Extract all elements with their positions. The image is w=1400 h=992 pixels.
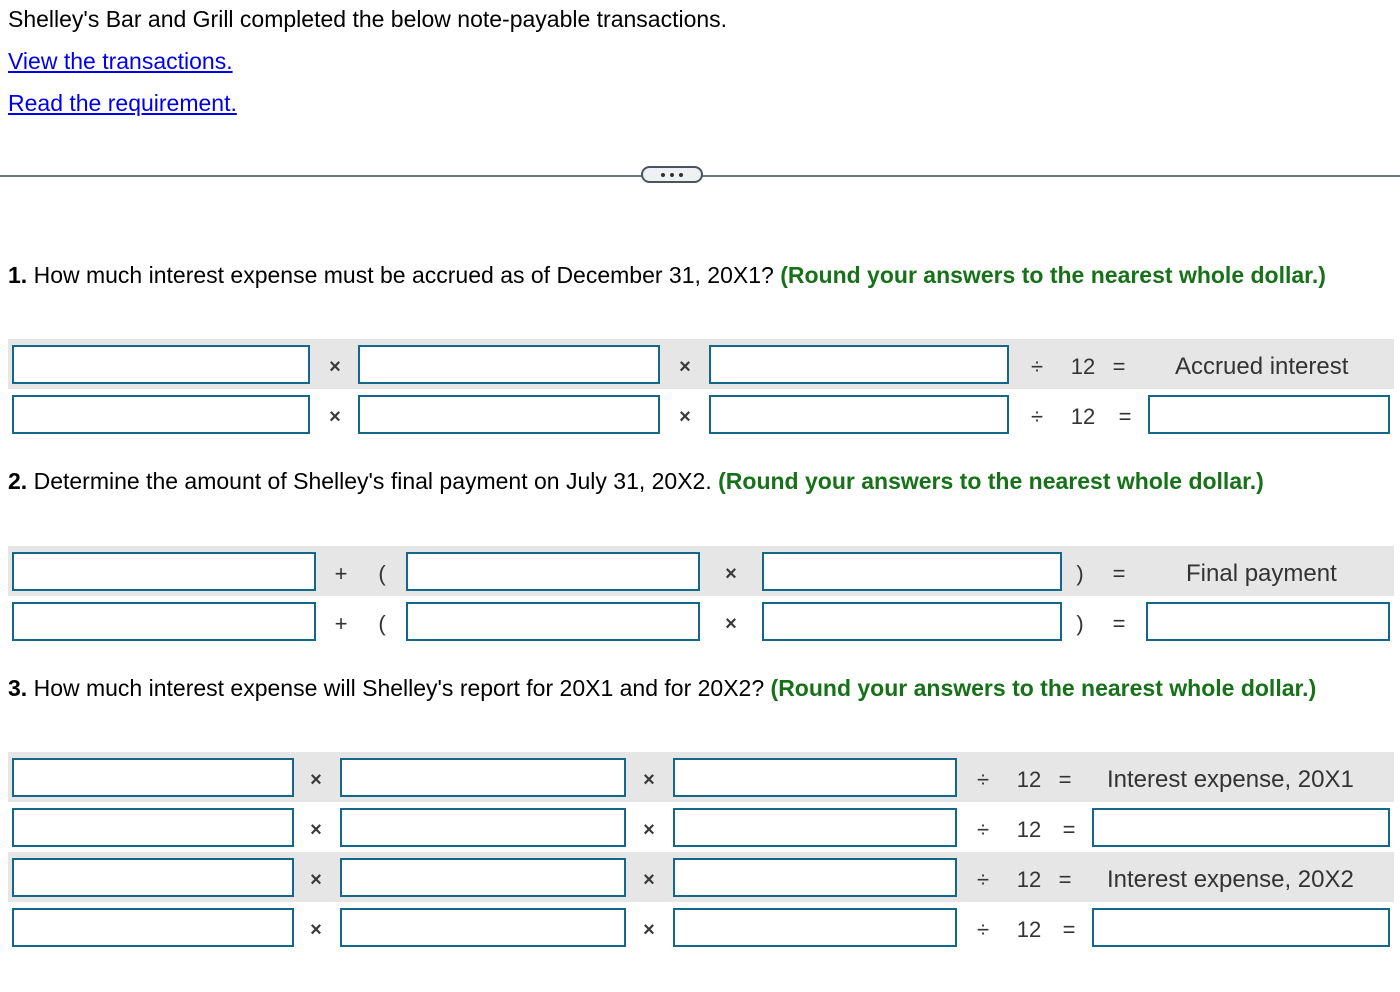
view-transactions-link[interactable]: View the transactions. bbox=[8, 48, 233, 74]
right-paren: ) bbox=[1076, 561, 1084, 586]
equals-sign: = bbox=[1112, 611, 1126, 636]
divisor-twelve: 12 bbox=[1016, 917, 1042, 942]
ellipsis-icon bbox=[661, 172, 665, 177]
times-icon: × bbox=[310, 819, 322, 841]
q3-20x1-principal-input[interactable] bbox=[12, 808, 294, 847]
q1-rate-input[interactable] bbox=[358, 395, 660, 434]
q3-header-20x2-input-2[interactable] bbox=[340, 858, 626, 897]
q2-header-input-3[interactable] bbox=[762, 552, 1062, 591]
times-icon: × bbox=[643, 769, 655, 791]
left-paren: ( bbox=[378, 561, 386, 586]
ellipsis-icon bbox=[670, 172, 674, 177]
rounding-hint: (Round your answers to the nearest whole… bbox=[770, 675, 1317, 701]
q1-header-input-2[interactable] bbox=[358, 345, 660, 384]
read-requirement-link[interactable]: Read the requirement. bbox=[8, 90, 237, 116]
question-number: 3. bbox=[8, 675, 28, 701]
q3-20x2-rate-input[interactable] bbox=[340, 908, 626, 947]
expand-toggle-button[interactable] bbox=[641, 166, 703, 183]
question-text: Determine the amount of Shelley's final … bbox=[27, 468, 719, 494]
divide-icon: ÷ bbox=[976, 917, 990, 942]
equals-sign: = bbox=[1062, 917, 1076, 942]
times-icon: × bbox=[329, 406, 341, 428]
divisor-twelve: 12 bbox=[1070, 404, 1096, 429]
intro-text: Shelley's Bar and Grill completed the be… bbox=[8, 6, 728, 32]
divide-icon: ÷ bbox=[976, 867, 990, 892]
q3-interest-expense-20x1-input[interactable] bbox=[1092, 808, 1390, 847]
divisor-twelve: 12 bbox=[1016, 817, 1042, 842]
equals-sign: = bbox=[1112, 354, 1126, 379]
equals-sign: = bbox=[1112, 561, 1126, 586]
equals-sign: = bbox=[1058, 867, 1072, 892]
times-icon: × bbox=[643, 919, 655, 941]
times-icon: × bbox=[725, 613, 737, 635]
question-text: How much interest expense will Shelley's… bbox=[27, 675, 771, 701]
q2-header-row: + ( × ) = Final payment bbox=[8, 546, 1394, 596]
q3-header-20x1-input-3[interactable] bbox=[673, 758, 957, 797]
q3-header-20x1-input-2[interactable] bbox=[340, 758, 626, 797]
left-paren: ( bbox=[378, 611, 386, 636]
q3-20x1-months-input[interactable] bbox=[673, 808, 957, 847]
q3-header-20x2-input-3[interactable] bbox=[673, 858, 957, 897]
rounding-hint: (Round your answers to the nearest whole… bbox=[718, 468, 1264, 494]
question-number: 1. bbox=[8, 262, 28, 288]
divisor-twelve: 12 bbox=[1016, 767, 1042, 792]
right-paren: ) bbox=[1076, 611, 1084, 636]
q1-header-row: × × ÷ 12 = Accrued interest bbox=[8, 339, 1394, 389]
times-icon: × bbox=[725, 563, 737, 585]
q1-months-input[interactable] bbox=[709, 395, 1009, 434]
q1-accrued-interest-input[interactable] bbox=[1148, 395, 1390, 434]
q2-term2-input[interactable] bbox=[762, 602, 1062, 641]
question-text: How much interest expense must be accrue… bbox=[27, 262, 781, 288]
q1-header-input-3[interactable] bbox=[709, 345, 1009, 384]
q3-20x2-principal-input[interactable] bbox=[12, 908, 294, 947]
accrued-interest-label: Accrued interest bbox=[1175, 353, 1349, 380]
q1-header-input-1[interactable] bbox=[12, 345, 310, 384]
times-icon: × bbox=[310, 869, 322, 891]
q2-header-input-2[interactable] bbox=[406, 552, 700, 591]
equals-sign: = bbox=[1062, 817, 1076, 842]
final-payment-label: Final payment bbox=[1186, 560, 1337, 587]
times-icon: × bbox=[643, 819, 655, 841]
question-2: 2. Determine the amount of Shelley's fin… bbox=[8, 465, 1388, 497]
q2-final-payment-input[interactable] bbox=[1146, 602, 1390, 641]
equals-sign: = bbox=[1058, 767, 1072, 792]
times-icon: × bbox=[310, 919, 322, 941]
q3-20x1-rate-input[interactable] bbox=[340, 808, 626, 847]
divide-icon: ÷ bbox=[976, 767, 990, 792]
interest-expense-20x2-label: Interest expense, 20X2 bbox=[1107, 866, 1354, 893]
q3-input-row-20x1: × × ÷ 12 = bbox=[8, 802, 1394, 852]
plus-sign: + bbox=[334, 611, 348, 636]
q1-principal-input[interactable] bbox=[12, 395, 310, 434]
q3-header-20x1-input-1[interactable] bbox=[12, 758, 294, 797]
times-icon: × bbox=[679, 356, 691, 378]
divisor-twelve: 12 bbox=[1070, 354, 1096, 379]
q2-input-row: + ( × ) = bbox=[8, 596, 1394, 646]
q3-header-row-20x1: × × ÷ 12 = Interest expense, 20X1 bbox=[8, 752, 1394, 802]
divide-icon: ÷ bbox=[1030, 404, 1044, 429]
q2-principal-input[interactable] bbox=[12, 602, 316, 641]
q3-header-row-20x2: × × ÷ 12 = Interest expense, 20X2 bbox=[8, 852, 1394, 902]
plus-sign: + bbox=[334, 561, 348, 586]
ellipsis-icon bbox=[679, 172, 683, 177]
question-3: 3. How much interest expense will Shelle… bbox=[8, 672, 1388, 704]
q3-20x2-months-input[interactable] bbox=[673, 908, 957, 947]
q2-header-input-1[interactable] bbox=[12, 552, 316, 591]
divisor-twelve: 12 bbox=[1016, 867, 1042, 892]
times-icon: × bbox=[679, 406, 691, 428]
q3-interest-expense-20x2-input[interactable] bbox=[1092, 908, 1390, 947]
interest-expense-20x1-label: Interest expense, 20X1 bbox=[1107, 766, 1354, 793]
divide-icon: ÷ bbox=[976, 817, 990, 842]
equals-sign: = bbox=[1118, 404, 1132, 429]
q3-input-row-20x2: × × ÷ 12 = bbox=[8, 902, 1394, 952]
q3-header-20x2-input-1[interactable] bbox=[12, 858, 294, 897]
times-icon: × bbox=[310, 769, 322, 791]
times-icon: × bbox=[643, 869, 655, 891]
divide-icon: ÷ bbox=[1030, 354, 1044, 379]
q1-input-row: × × ÷ 12 = bbox=[8, 389, 1394, 439]
rounding-hint: (Round your answers to the nearest whole… bbox=[780, 262, 1326, 288]
question-number: 2. bbox=[8, 468, 28, 494]
q2-term1-input[interactable] bbox=[406, 602, 700, 641]
times-icon: × bbox=[329, 356, 341, 378]
question-1: 1. How much interest expense must be acc… bbox=[8, 259, 1388, 291]
